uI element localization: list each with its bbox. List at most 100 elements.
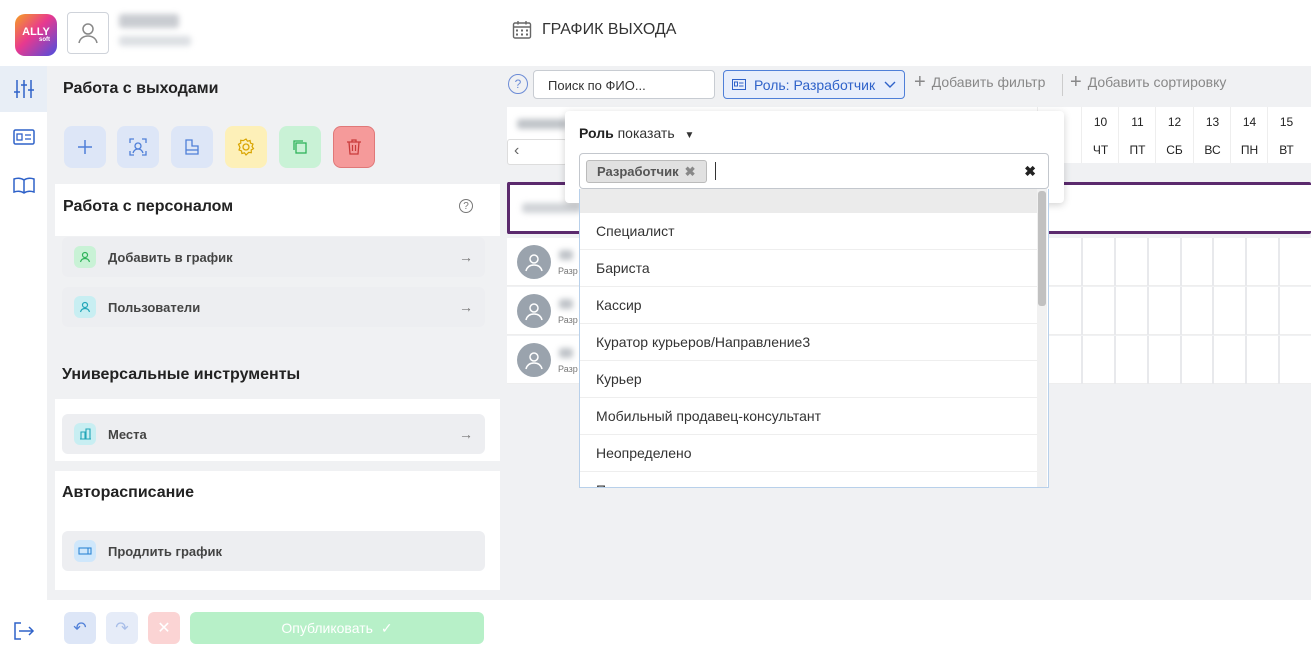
day-column-header: 15 ВТ: [1267, 107, 1304, 163]
add-sort-label: Добавить сортировку: [1087, 74, 1227, 90]
chip-remove-icon[interactable]: ✖: [685, 164, 696, 180]
document-icon: [185, 139, 199, 155]
add-filter-button[interactable]: + Добавить фильтр: [914, 71, 1046, 93]
day-column-header: 14 ПН: [1230, 107, 1267, 163]
undo-button[interactable]: ↶: [64, 612, 96, 644]
extend-schedule-label: Продлить график: [108, 543, 222, 559]
employee-role: Разр: [558, 315, 578, 325]
logo-text: ALLY: [22, 26, 50, 38]
users-label: Пользователи: [108, 299, 201, 315]
tools-panel: Работа с выходами Работа с персоналом ? …: [47, 66, 500, 600]
add-button[interactable]: [64, 126, 106, 168]
extend-schedule-item[interactable]: Продлить график: [62, 531, 485, 571]
trash-icon: [347, 139, 361, 155]
add-to-schedule-item[interactable]: Добавить в график →: [62, 237, 485, 277]
app-logo[interactable]: ALLY soft: [15, 14, 57, 56]
page-title: ГРАФИК ВЫХОДА: [512, 20, 676, 40]
chevron-down-icon: [884, 81, 896, 88]
add-sort-button[interactable]: + Добавить сортировку: [1070, 71, 1227, 93]
role-option[interactable]: Мобильный продавец-консультант: [580, 398, 1037, 435]
add-filter-label: Добавить фильтр: [931, 74, 1046, 90]
role-option[interactable]: Кассир: [580, 287, 1037, 324]
check-icon: ✓: [380, 619, 393, 636]
employee-name-blurred: [559, 348, 573, 358]
employee-role: Разр: [558, 266, 578, 276]
settings-button[interactable]: [225, 126, 267, 168]
auto-assign-button[interactable]: [117, 126, 159, 168]
chip-label: Разработчик: [597, 164, 679, 179]
bottom-action-bar: ↶ ↷ ✕ Опубликовать ✓: [47, 600, 500, 656]
day-cells[interactable]: [1081, 287, 1311, 335]
role-filter-mode[interactable]: Роль показать ▼: [579, 125, 694, 141]
day-column-header: 11 ПТ: [1118, 107, 1155, 163]
avatar: [517, 245, 551, 279]
list-highlight-row[interactable]: [580, 189, 1037, 213]
day-cells[interactable]: [1081, 336, 1311, 384]
employee-name-blurred: [559, 250, 573, 260]
places-label: Места: [108, 426, 147, 442]
logo-subtext: soft: [39, 37, 50, 43]
user-icon: [78, 23, 98, 44]
page-title-text: ГРАФИК ВЫХОДА: [542, 21, 677, 38]
prev-period-button[interactable]: ‹: [507, 139, 567, 165]
day-column-header: 10 ЧТ: [1081, 107, 1118, 163]
publish-button[interactable]: Опубликовать ✓: [190, 612, 484, 644]
role-multiselect-input[interactable]: Разработчик ✖ ✖: [579, 153, 1049, 189]
rail-id-card[interactable]: [0, 114, 47, 160]
footer-area: [500, 600, 1311, 656]
rail-logout[interactable]: [0, 608, 47, 654]
rail-book[interactable]: [0, 162, 47, 208]
top-bar: ALLY soft ГРАФИК ВЫХОДА: [0, 0, 1311, 66]
help-icon[interactable]: ?: [508, 74, 528, 94]
employee-name-blurred: [559, 299, 573, 309]
role-options-list: Специалист Бариста Кассир Куратор курьер…: [579, 189, 1049, 488]
role-option[interactable]: Куратор курьеров/Направление3: [580, 324, 1037, 361]
print-button[interactable]: [171, 126, 213, 168]
avatar: [517, 294, 551, 328]
role-field-label: Роль: [579, 125, 614, 141]
text-caret: [715, 162, 716, 180]
search-input[interactable]: Поиск по ФИО...: [533, 70, 715, 99]
clear-selection-icon[interactable]: ✖: [1024, 163, 1036, 180]
day-cells[interactable]: [1081, 238, 1311, 286]
book-icon: [12, 177, 35, 194]
calendar-icon: [512, 21, 532, 39]
role-option[interactable]: Неопределено: [580, 435, 1037, 472]
role-option[interactable]: Бариста: [580, 250, 1037, 287]
scrollbar-thumb[interactable]: [1038, 191, 1046, 306]
undo-icon: ↶: [73, 620, 87, 637]
copy-icon: [293, 140, 307, 154]
redo-button[interactable]: ↷: [106, 612, 138, 644]
user-avatar[interactable]: [67, 12, 109, 54]
role-mode-label: показать: [617, 125, 675, 141]
users-item[interactable]: Пользователи →: [62, 287, 485, 327]
user-name-blurred: [119, 14, 179, 28]
publish-label: Опубликовать: [281, 620, 373, 636]
copy-button[interactable]: [279, 126, 321, 168]
delete-button[interactable]: [333, 126, 375, 168]
plus-icon: +: [914, 71, 926, 93]
cancel-button[interactable]: ✕: [148, 612, 180, 644]
arrow-right-icon: →: [459, 299, 473, 315]
arrow-right-icon: →: [459, 249, 473, 265]
list-scrollbar[interactable]: [1037, 189, 1047, 487]
sliders-icon: [13, 80, 34, 98]
role-filter-button[interactable]: Роль: Разработчик: [723, 70, 905, 99]
plus-icon: +: [1070, 71, 1082, 93]
employee-role: Разр: [558, 364, 578, 374]
help-icon[interactable]: ?: [459, 199, 473, 213]
close-icon: ✕: [157, 620, 171, 637]
role-option[interactable]: Помощник розницы: [580, 472, 1037, 487]
logout-icon: [13, 622, 34, 640]
gear-icon: [237, 138, 255, 156]
section-title-personnel: Работа с персоналом: [63, 198, 234, 215]
role-option[interactable]: Курьер: [580, 361, 1037, 398]
selected-role-chip: Разработчик ✖: [586, 160, 707, 183]
section-title-universal: Универсальные инструменты: [62, 366, 301, 383]
id-card-icon: [732, 79, 746, 90]
places-item[interactable]: Места →: [62, 414, 485, 454]
user-icon: [74, 246, 96, 268]
rail-settings-sliders[interactable]: [0, 66, 47, 112]
role-option[interactable]: Специалист: [580, 213, 1037, 250]
chevron-left-icon: ‹: [514, 142, 520, 159]
